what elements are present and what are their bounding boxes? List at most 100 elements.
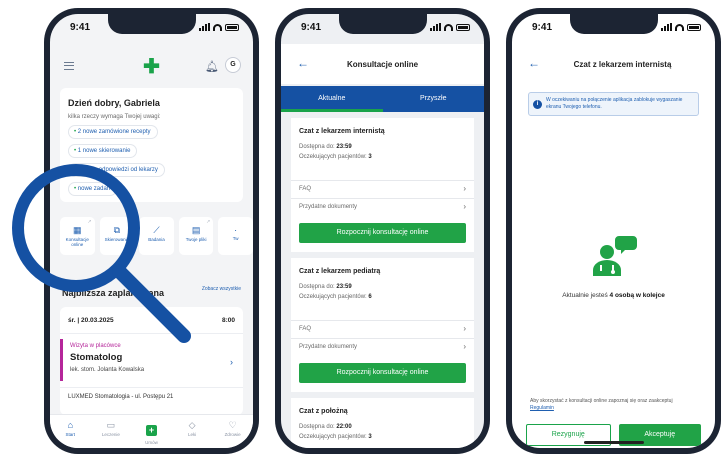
docs-label: Przydatne dokumenty bbox=[299, 344, 358, 350]
tile-label: Twoje pliki bbox=[185, 237, 207, 242]
pill-icon: ◇ bbox=[188, 420, 196, 430]
battery-icon bbox=[225, 23, 239, 31]
avatar[interactable]: G bbox=[225, 57, 241, 73]
upcoming-section: Najbliższa zaplanowana Zobacz wszystkie bbox=[62, 283, 241, 298]
referral-icon: ⧉ bbox=[113, 225, 121, 235]
start-consult-button[interactable]: Rozpocznij konsultację online bbox=[299, 363, 466, 383]
faq-label: FAQ bbox=[299, 326, 312, 332]
tab-treatment[interactable]: ▭ Leczenie bbox=[96, 420, 126, 448]
home-indicator bbox=[583, 441, 644, 444]
chevron-right-icon: › bbox=[463, 202, 466, 211]
status-bar: 9:41 bbox=[50, 21, 253, 37]
chip-answers[interactable]: 3 nowe odpowiedzi od lekarzy bbox=[68, 163, 165, 177]
visit-doctor: lek. stom. Jolanta Kowalska bbox=[70, 367, 145, 373]
chat-screen: 9:41 ← Czat z lekarzem internistą i W oc… bbox=[512, 14, 715, 448]
tab-meds[interactable]: ◇ Leki bbox=[177, 420, 207, 448]
waiting-value: 3 bbox=[368, 154, 372, 160]
tile-referrals[interactable]: ↗ ⧉ Skierowania bbox=[99, 217, 135, 255]
phone-home: 9:41 ✚ 🔔︎ G Dzień dobry, Gabriela kilka … bbox=[44, 8, 259, 454]
tab-health[interactable]: ♡ Zdrowie bbox=[218, 420, 248, 448]
queue-position: 4 osobą w kolejce bbox=[609, 292, 665, 299]
faq-row[interactable]: FAQ › bbox=[291, 320, 474, 338]
tab-current[interactable]: Aktualne bbox=[281, 86, 383, 112]
consult-name: Czat z lekarzem pediatrą bbox=[299, 268, 381, 275]
available-value: 23:59 bbox=[336, 144, 352, 150]
status-time: 9:41 bbox=[532, 22, 553, 33]
page-title: Czat z lekarzem internistą bbox=[573, 60, 672, 69]
waiting-label: Oczekujących pacjentów: bbox=[299, 154, 367, 160]
signal-icon bbox=[199, 23, 210, 31]
tile-files[interactable]: ↗ ▤ Twoje pliki bbox=[178, 217, 214, 255]
consult-tabs: Aktualne Przyszłe bbox=[281, 86, 484, 112]
regulations-link[interactable]: Regulamin bbox=[530, 405, 703, 412]
chevron-right-icon: › bbox=[463, 184, 466, 193]
status-bar: 9:41 bbox=[281, 21, 484, 37]
waiting-label: Oczekujących pacjentów: bbox=[299, 434, 367, 440]
page-title: Konsultacje online bbox=[346, 60, 419, 69]
tile-more[interactable]: · Tw bbox=[218, 217, 253, 255]
visit-specialty: Stomatolog bbox=[70, 352, 123, 363]
visit-place: LUXMED Stomatologia - ul. Postępu 21 bbox=[68, 394, 174, 400]
bell-icon[interactable]: 🔔︎ bbox=[205, 60, 219, 73]
wifi-icon bbox=[444, 23, 453, 31]
chip-tasks[interactable]: nowe zadań bbox=[68, 182, 118, 196]
queue-prefix: Aktualnie jesteś bbox=[562, 292, 608, 299]
calendar-icon: ▭ bbox=[106, 420, 116, 430]
terms-sentence: Aby skorzystać z konsultacji online zapo… bbox=[530, 398, 673, 404]
greeting-card: Dzień dobry, Gabriela kilka rzeczy wymag… bbox=[60, 88, 243, 202]
visit-time: 8:00 bbox=[221, 317, 235, 324]
consult-card-midwife: Czat z położną Dostępna do: 22:00 Oczeku… bbox=[291, 398, 474, 448]
tile-online-consult[interactable]: ↗ ▦ Konsultacje online bbox=[60, 217, 95, 255]
info-banner: i W oczekiwaniu na połączenie aplikacja … bbox=[528, 92, 699, 116]
tile-label: Tw bbox=[232, 236, 239, 241]
tab-start[interactable]: ⌂ Start bbox=[55, 420, 85, 448]
bottom-tabbar: ⌂ Start ▭ Leczenie + Umów ◇ Leki ♡ Zdrowie bbox=[50, 414, 253, 448]
phone-consultations: 9:41 ← Konsultacje online Aktualne Przys… bbox=[275, 8, 490, 454]
more-icon: · bbox=[234, 225, 238, 235]
quick-tiles: ↗ ▦ Konsultacje online ↗ ⧉ Skierowania ⟋ Bada… bbox=[60, 217, 253, 255]
docs-row[interactable]: Przydatne dokumenty › bbox=[291, 198, 474, 216]
external-arrow-icon: ↗ bbox=[87, 219, 92, 225]
visit-card[interactable]: śr. | 20.03.2025 8:00 Wizyta w placówce … bbox=[60, 307, 243, 415]
tab-future[interactable]: Przyszłe bbox=[383, 86, 485, 112]
home-header: ✚ 🔔︎ G bbox=[50, 52, 253, 82]
visit-type: Wizyta w placówce bbox=[70, 343, 121, 349]
visit-accent-bar bbox=[60, 339, 63, 381]
file-icon: ▤ bbox=[191, 225, 201, 235]
queue-status: Aktualnie jesteś 4 osobą w kolejce bbox=[512, 292, 715, 299]
tab-book[interactable]: + Umów bbox=[136, 420, 166, 448]
wifi-icon bbox=[675, 23, 684, 31]
chevron-right-icon[interactable]: › bbox=[230, 357, 233, 367]
docs-label: Przydatne dokumenty bbox=[299, 204, 358, 210]
chevron-right-icon: › bbox=[463, 324, 466, 333]
waiting-count: Oczekujących pacjentów: 3 bbox=[299, 154, 372, 160]
status-time: 9:41 bbox=[301, 22, 322, 33]
chip-prescriptions[interactable]: 2 nowe zamówione recepty bbox=[68, 125, 158, 139]
waiting-value: 6 bbox=[368, 294, 372, 300]
available-label: Dostępna do: bbox=[299, 284, 335, 290]
info-icon: i bbox=[533, 100, 542, 109]
start-consult-button[interactable]: Rozpocznij konsultację online bbox=[299, 223, 466, 243]
consult-card-pediatrician: Czat z lekarzem pediatrą Dostępna do: 23… bbox=[291, 258, 474, 392]
status-bar: 9:41 bbox=[512, 21, 715, 37]
faq-row[interactable]: FAQ › bbox=[291, 180, 474, 198]
menu-icon[interactable] bbox=[64, 62, 74, 70]
chevron-right-icon: › bbox=[463, 342, 466, 351]
available-value: 22:00 bbox=[336, 424, 352, 430]
tile-label: Badania bbox=[148, 237, 165, 242]
brand-logo: ✚ bbox=[143, 56, 160, 78]
plus-icon: + bbox=[145, 425, 157, 436]
consult-screen: 9:41 ← Konsultacje online Aktualne Przys… bbox=[281, 14, 484, 448]
waiting-count: Oczekujących pacjentów: 6 bbox=[299, 294, 372, 300]
docs-row[interactable]: Przydatne dokumenty › bbox=[291, 338, 474, 356]
available-until: Dostępna do: 23:59 bbox=[299, 284, 352, 290]
available-label: Dostępna do: bbox=[299, 144, 335, 150]
available-value: 23:59 bbox=[336, 284, 352, 290]
see-all-link[interactable]: Zobacz wszystkie bbox=[202, 286, 241, 292]
tab-label: Leczenie bbox=[101, 432, 120, 437]
chip-referral[interactable]: 1 nowe skierowanie bbox=[68, 144, 138, 158]
greeting: Dzień dobry, Gabriela bbox=[68, 98, 160, 108]
tile-tests[interactable]: ⟋ Badania bbox=[139, 217, 174, 255]
visit-date: śr. | 20.03.2025 bbox=[68, 317, 114, 324]
tile-label: Skierowania bbox=[104, 237, 130, 242]
